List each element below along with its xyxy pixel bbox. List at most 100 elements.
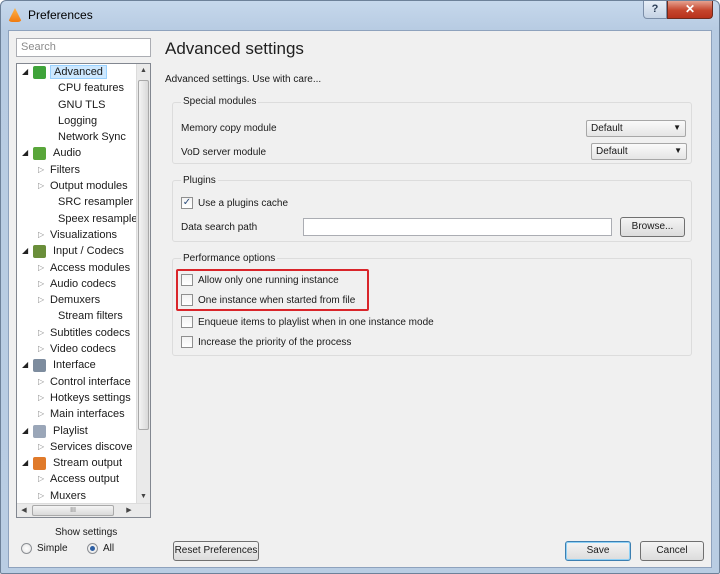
tree-item[interactable]: ▷ Visualizations xyxy=(17,227,137,243)
tree-item-label: Interface xyxy=(53,359,96,372)
expand-arrow-icon[interactable]: ◢ xyxy=(22,64,28,80)
vod-server-value: Default xyxy=(596,146,628,157)
tree-item[interactable]: Speex resampler xyxy=(17,211,137,227)
tree-item[interactable]: Network Sync xyxy=(17,129,137,145)
tree-item[interactable]: CPU features xyxy=(17,80,137,96)
tree-list: ◢ Advanced CPU features GNU TLS Logging Netwo… xyxy=(17,64,137,504)
collapse-arrow-icon[interactable]: ▷ xyxy=(38,227,44,243)
all-radio-label: All xyxy=(103,543,115,554)
performance-option-checkbox[interactable] xyxy=(181,316,193,328)
expand-arrow-icon[interactable]: ◢ xyxy=(22,357,28,373)
tree-item[interactable]: ◢ Playlist xyxy=(17,423,137,439)
browse-button[interactable]: Browse... xyxy=(620,217,685,237)
vlc-cone-icon xyxy=(8,8,22,22)
page-title: Advanced settings xyxy=(165,39,304,58)
title-bar: Preferences ? ✕ xyxy=(1,1,719,29)
tree-item[interactable]: ▷ Subtitles codecs xyxy=(17,325,137,341)
dialog-client-area: Search ◢ Advanced CPU features GNU TLS Loggi… xyxy=(8,30,712,568)
tree-item[interactable]: ▷ Hotkeys settings xyxy=(17,390,137,406)
tree-vertical-scrollbar[interactable]: ▲ ▼ xyxy=(136,64,150,504)
tree-item[interactable]: SRC resampler xyxy=(17,194,137,210)
tree-item[interactable]: ▷ Main interfaces xyxy=(17,406,137,422)
performance-option-checkbox[interactable] xyxy=(181,336,193,348)
page-subtitle: Advanced settings. Use with care... xyxy=(165,74,322,85)
scroll-left-arrow-icon[interactable]: ◀ xyxy=(17,504,31,517)
collapse-arrow-icon[interactable]: ▷ xyxy=(38,390,44,406)
tree-item-label: Subtitles codecs xyxy=(50,326,131,339)
plugins-title: Plugins xyxy=(181,175,218,186)
scroll-up-arrow-icon[interactable]: ▲ xyxy=(137,64,150,78)
help-button[interactable]: ? xyxy=(643,1,667,19)
tree-item[interactable]: ▷ Demuxers xyxy=(17,292,137,308)
tree-item-label: Filters xyxy=(50,163,80,176)
collapse-arrow-icon[interactable]: ▷ xyxy=(38,406,44,422)
special-modules-title: Special modules xyxy=(181,96,259,107)
collapse-arrow-icon[interactable]: ▷ xyxy=(38,178,44,194)
performance-option[interactable]: Enqueue items to playlist when in one in… xyxy=(181,316,434,328)
tree-item-label: Control interface xyxy=(50,375,131,388)
collapse-arrow-icon[interactable]: ▷ xyxy=(38,374,44,390)
search-input[interactable]: Search xyxy=(16,38,151,57)
scroll-down-arrow-icon[interactable]: ▼ xyxy=(137,490,150,504)
tree-item[interactable]: ▷ Muxers xyxy=(17,488,137,504)
tree-item-label: Logging xyxy=(58,114,98,127)
reset-preferences-button[interactable]: Reset Preferences xyxy=(173,541,259,561)
collapse-arrow-icon[interactable]: ▷ xyxy=(38,325,44,341)
expand-arrow-icon[interactable]: ◢ xyxy=(22,243,28,259)
scroll-thumb[interactable] xyxy=(138,80,149,430)
tree-item[interactable]: ◢ Stream output xyxy=(17,455,137,471)
tree-item[interactable]: ▷ Services discove xyxy=(17,439,137,455)
tree-item[interactable]: ▷ Control interface xyxy=(17,374,137,390)
collapse-arrow-icon[interactable]: ▷ xyxy=(38,439,44,455)
vod-server-select[interactable]: Default ▼ xyxy=(591,143,687,160)
tree-item[interactable]: Stream filters xyxy=(17,308,137,324)
all-radio-option[interactable]: All xyxy=(87,543,114,554)
tree-item[interactable]: Logging xyxy=(17,113,137,129)
tree-item[interactable]: ◢ Input / Codecs xyxy=(17,243,137,259)
tree-item-label: Video codecs xyxy=(50,343,116,356)
collapse-arrow-icon[interactable]: ▷ xyxy=(38,488,44,504)
tree-item-label: Input / Codecs xyxy=(53,245,124,258)
memory-copy-select[interactable]: Default ▼ xyxy=(586,120,686,137)
tree-item-label: Playlist xyxy=(53,424,88,437)
collapse-arrow-icon[interactable]: ▷ xyxy=(38,292,44,308)
collapse-arrow-icon[interactable]: ▷ xyxy=(38,471,44,487)
tree-horizontal-scrollbar[interactable]: ◀ III ▶ xyxy=(17,503,150,517)
tree-item[interactable]: GNU TLS xyxy=(17,97,137,113)
tree-item[interactable]: ▷ Access modules xyxy=(17,260,137,276)
category-tree: ◢ Advanced CPU features GNU TLS Logging Netwo… xyxy=(16,63,151,518)
close-button[interactable]: ✕ xyxy=(667,1,713,19)
expand-arrow-icon[interactable]: ◢ xyxy=(22,455,28,471)
save-button[interactable]: Save xyxy=(565,541,631,561)
tree-item[interactable]: ▷ Filters xyxy=(17,162,137,178)
collapse-arrow-icon[interactable]: ▷ xyxy=(38,276,44,292)
tree-item[interactable]: ▷ Output modules xyxy=(17,178,137,194)
collapse-arrow-icon[interactable]: ▷ xyxy=(38,260,44,276)
tree-item-label: Output modules xyxy=(50,180,128,193)
tree-item-label: GNU TLS xyxy=(58,98,106,111)
collapse-arrow-icon[interactable]: ▷ xyxy=(38,162,44,178)
expand-arrow-icon[interactable]: ◢ xyxy=(22,145,28,161)
memory-copy-label: Memory copy module xyxy=(181,123,277,134)
all-radio[interactable] xyxy=(87,543,98,554)
cancel-button[interactable]: Cancel xyxy=(640,541,704,561)
simple-radio[interactable] xyxy=(21,543,32,554)
expand-arrow-icon[interactable]: ◢ xyxy=(22,423,28,439)
tree-item[interactable]: ▷ Video codecs xyxy=(17,341,137,357)
data-search-path-input[interactable] xyxy=(303,218,612,236)
tree-item[interactable]: ◢ Interface xyxy=(17,357,137,373)
performance-option[interactable]: Increase the priority of the process xyxy=(181,336,351,348)
chevron-down-icon: ▼ xyxy=(674,146,682,155)
simple-radio-option[interactable]: Simple xyxy=(21,543,68,554)
tree-item[interactable]: ▷ Access output xyxy=(17,471,137,487)
tree-item[interactable]: ▷ Audio codecs xyxy=(17,276,137,292)
horizontal-scroll-thumb[interactable]: III xyxy=(32,505,114,516)
use-plugins-cache-checkbox[interactable]: ✓ xyxy=(181,197,193,209)
tree-item-label: Stream filters xyxy=(58,310,123,323)
collapse-arrow-icon[interactable]: ▷ xyxy=(38,341,44,357)
tree-item[interactable]: ◢ Advanced xyxy=(17,64,137,80)
use-plugins-cache-option[interactable]: ✓ Use a plugins cache xyxy=(181,197,288,209)
scroll-right-arrow-icon[interactable]: ▶ xyxy=(122,504,136,517)
tree-item[interactable]: ◢ Audio xyxy=(17,145,137,161)
chevron-down-icon: ▼ xyxy=(673,123,681,132)
